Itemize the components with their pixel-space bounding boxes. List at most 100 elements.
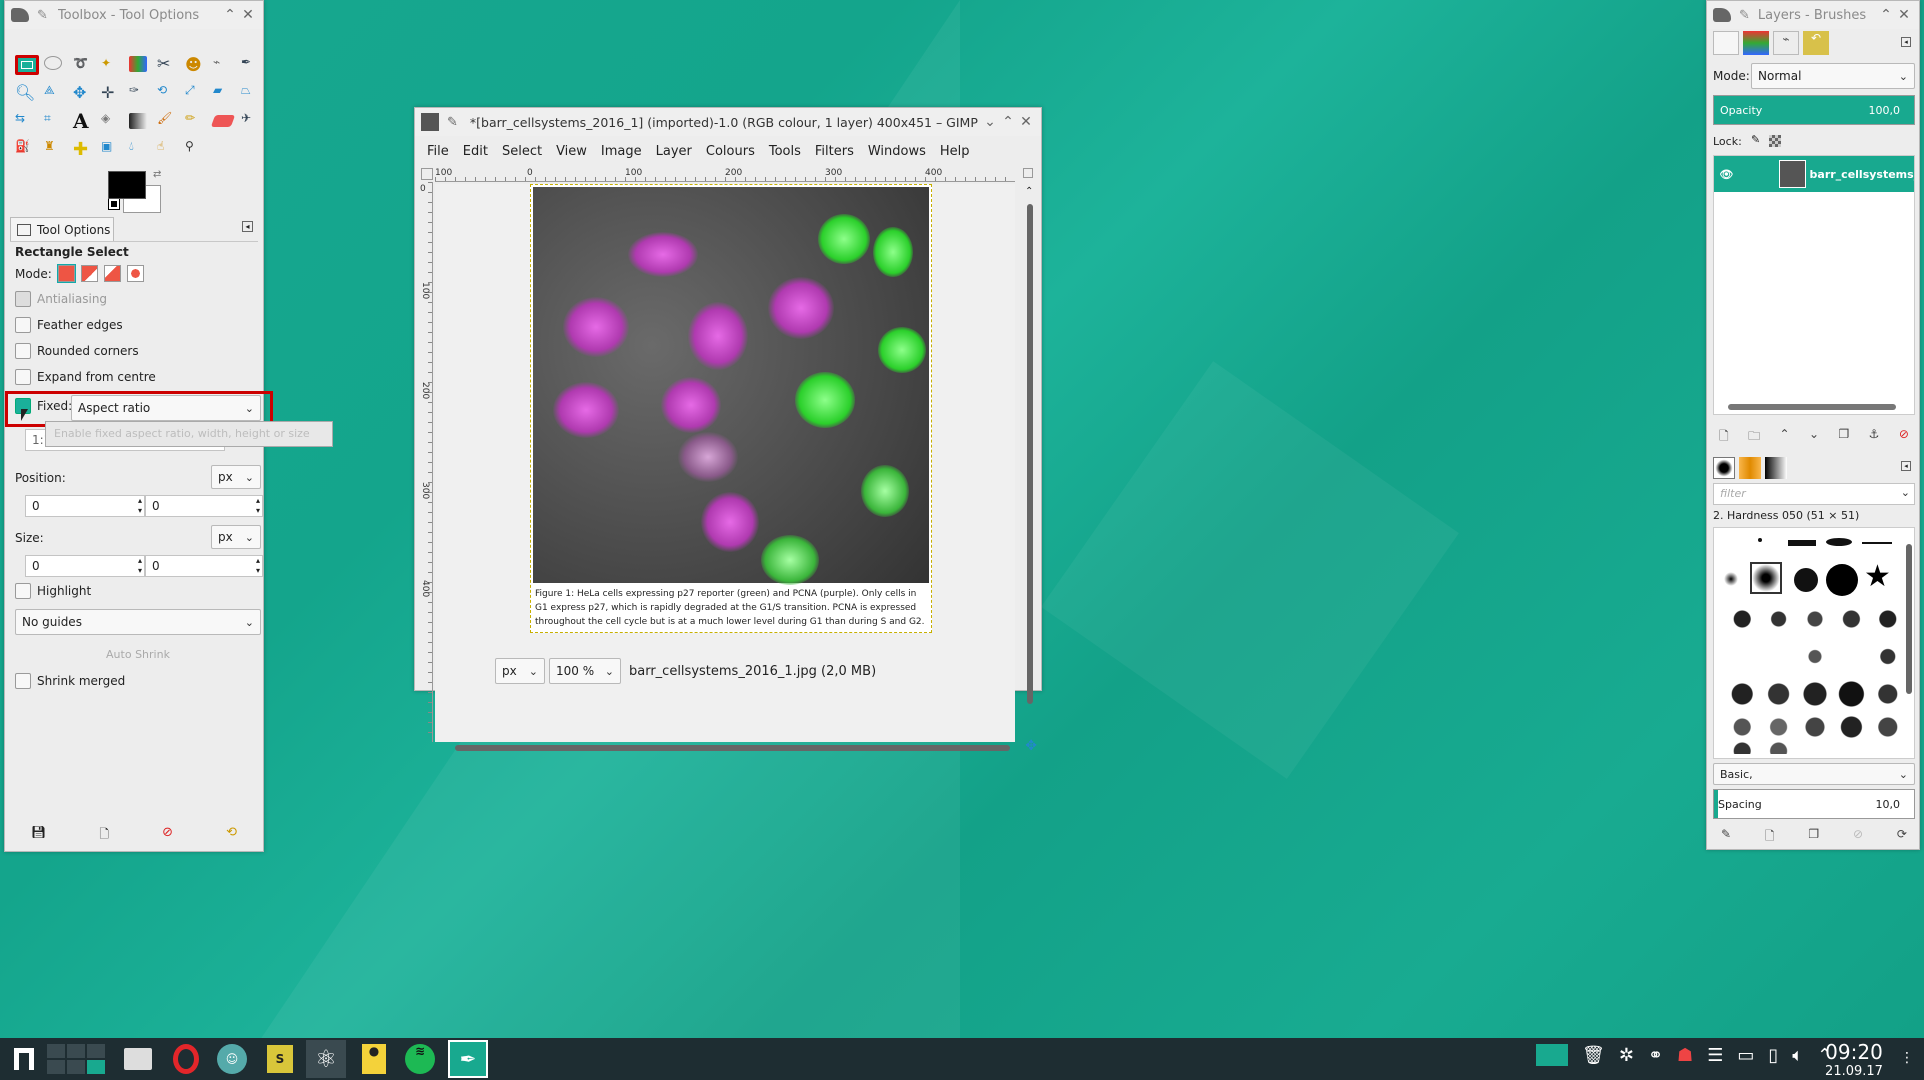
wifi-icon[interactable]: ☰ — [1707, 1045, 1723, 1066]
fuzzy-select-tool-icon[interactable]: ✦ — [101, 56, 123, 78]
image-window-titlebar[interactable]: ✎ *[barr_cellsystems_2016_1] (imported)-… — [415, 108, 1041, 136]
highlight-checkbox[interactable] — [15, 583, 31, 599]
opera-icon[interactable] — [166, 1040, 206, 1078]
pin-icon[interactable]: ✎ — [1739, 8, 1750, 23]
tool-options-tab[interactable]: Tool Options — [10, 217, 114, 241]
blur-tool-icon[interactable]: 💧︎ — [129, 139, 151, 161]
raise-layer-icon[interactable]: ⌃ — [1780, 427, 1790, 448]
menu-view[interactable]: View — [556, 144, 587, 159]
atom-icon[interactable]: ⚛ — [306, 1040, 346, 1078]
lock-alpha-icon[interactable] — [1769, 135, 1781, 147]
gimp-taskbar-icon[interactable]: ✒ — [448, 1040, 488, 1078]
spin-arrows-icon[interactable]: ▴ ▾ — [138, 556, 142, 576]
clone-tool-icon[interactable]: ♜ — [44, 139, 66, 161]
window-menu-icon[interactable]: ⌄ — [981, 114, 999, 130]
shrink-merged-checkbox[interactable] — [15, 673, 31, 689]
reset-options-icon[interactable]: ⟲ — [226, 825, 237, 846]
toolbox-titlebar[interactable]: ✎ Toolbox - Tool Options ⌃ ✕ — [5, 1, 263, 29]
layers-tab-icon[interactable] — [1713, 31, 1739, 55]
rounded-corners-checkbox[interactable] — [15, 343, 31, 359]
edit-brush-icon[interactable]: ✎ — [1721, 827, 1731, 848]
notes-app-icon[interactable]: ● — [354, 1040, 394, 1078]
dodge-burn-tool-icon[interactable]: ⚲ — [185, 139, 207, 161]
pin-icon[interactable]: ✎ — [447, 115, 458, 130]
screen-tray-icon[interactable] — [1536, 1044, 1568, 1066]
airbrush-tool-icon[interactable]: ✈ — [241, 111, 263, 133]
position-x-input[interactable]: 0 ▴ ▾ — [25, 495, 145, 517]
battery-icon[interactable]: ▭ — [1737, 1045, 1754, 1066]
anchor-layer-icon[interactable]: ⚓︎ — [1869, 427, 1880, 448]
foreground-select-tool-icon[interactable]: ☻ — [185, 55, 207, 77]
flip-tool-icon[interactable]: ⇆ — [15, 111, 37, 133]
delete-brush-icon[interactable]: ⊘ — [1853, 827, 1863, 848]
brush-preview[interactable] — [1862, 542, 1892, 544]
size-width-input[interactable]: 0 ▴ ▾ — [25, 555, 145, 577]
size-height-input[interactable]: 0 ▴ ▾ — [145, 555, 263, 577]
feather-edges-checkbox[interactable] — [15, 317, 31, 333]
duplicate-layer-icon[interactable]: ❐ — [1838, 427, 1849, 448]
select-by-color-tool-icon[interactable] — [129, 56, 147, 72]
text-tool-icon[interactable]: A — [73, 109, 95, 133]
auto-shrink-button[interactable]: Auto Shrink — [15, 648, 261, 661]
app-launcher-icon[interactable] — [4, 1040, 44, 1078]
brush-preview[interactable] — [1788, 540, 1816, 546]
maximize-icon[interactable]: ⌃ — [1877, 7, 1895, 23]
restore-options-icon[interactable]: 🗋 — [99, 825, 109, 846]
maximize-icon[interactable]: ⌃ — [221, 7, 239, 23]
spin-arrows-icon[interactable]: ▴ ▾ — [256, 496, 260, 516]
brush-grid-scrollbar[interactable] — [1906, 544, 1912, 694]
shrink-merged-row[interactable]: Shrink merged — [15, 673, 125, 689]
foreground-color-swatch[interactable] — [108, 171, 146, 199]
layers-list[interactable]: 👁︎ barr_cellsystems_ — [1713, 155, 1915, 415]
horizontal-ruler[interactable]: 100 0 100 200 300 400 — [435, 168, 1015, 182]
ink-tool-icon[interactable]: ⛽ — [15, 139, 37, 161]
ellipse-select-tool-icon[interactable] — [44, 56, 62, 70]
clipboard-tray-icon[interactable]: 🗑︎ — [1582, 1045, 1605, 1066]
menu-layer[interactable]: Layer — [656, 144, 692, 159]
layer-mode-dropdown[interactable]: Normal ⌄ — [1751, 63, 1915, 89]
expand-from-centre-row[interactable]: Expand from centre — [15, 369, 156, 385]
display-tray-icon[interactable]: ▯ — [1768, 1045, 1778, 1066]
vertical-scrollbar[interactable]: ⌃ — [1025, 186, 1035, 724]
position-unit-select[interactable]: px ⌄ — [211, 465, 261, 489]
eraser-tool-icon[interactable] — [210, 115, 236, 127]
opacity-slider[interactable]: Opacity 100,0 — [1713, 95, 1915, 125]
close-icon[interactable]: ✕ — [1895, 7, 1913, 23]
unit-select[interactable]: px ⌄ — [495, 658, 545, 684]
taskbar-menu-icon[interactable]: ⋮ — [1900, 1050, 1914, 1066]
eye-icon[interactable]: 👁︎ — [1714, 168, 1739, 181]
image-canvas[interactable]: Figure 1: HeLa cells expressing p27 repo… — [530, 184, 932, 633]
close-icon[interactable]: ✕ — [239, 7, 257, 23]
brush-preview[interactable] — [1794, 568, 1818, 592]
layer-row[interactable]: 👁︎ barr_cellsystems_ — [1714, 156, 1914, 192]
smudge-tool-icon[interactable]: ☝ — [157, 139, 179, 161]
dock-menu-icon[interactable]: ◂ — [1901, 37, 1911, 47]
default-colors-icon[interactable] — [108, 198, 120, 210]
menu-select[interactable]: Select — [502, 144, 542, 159]
pin-icon[interactable]: ✎ — [37, 8, 48, 23]
menu-image[interactable]: Image — [601, 144, 642, 159]
antialiasing-checkbox[interactable] — [15, 291, 31, 307]
spotify-icon[interactable]: ≋ — [400, 1040, 440, 1078]
shear-tool-icon[interactable]: ▰ — [213, 83, 235, 105]
rotate-tool-icon[interactable]: ⟲ — [157, 83, 179, 105]
ghost-tray-icon[interactable]: ☗ — [1677, 1045, 1693, 1066]
align-tool-icon[interactable]: ✛ — [101, 83, 123, 105]
antialiasing-row[interactable]: Antialiasing — [15, 291, 107, 307]
measure-tool-icon[interactable]: ⟁ — [44, 83, 66, 105]
maximize-icon[interactable]: ⌃ — [999, 114, 1017, 130]
perspective-tool-icon[interactable]: ⏢ — [241, 83, 263, 105]
blend-tool-icon[interactable] — [129, 113, 147, 129]
brush-preview[interactable]: ★ — [1864, 562, 1891, 592]
layers-titlebar[interactable]: ✎ Layers - Brushes ⌃ ✕ — [1707, 1, 1919, 29]
move-tool-icon[interactable]: ✥ — [73, 83, 95, 105]
perspective-clone-tool-icon[interactable]: ▣ — [101, 139, 123, 161]
vertical-scroll-thumb[interactable] — [1027, 204, 1033, 704]
color-picker-tool-icon[interactable]: ✒ — [241, 55, 263, 77]
brush-preview-selected[interactable] — [1750, 562, 1782, 594]
undo-tab-icon[interactable]: ↶ — [1803, 31, 1829, 55]
swap-colors-icon[interactable]: ⇄ — [153, 169, 161, 180]
pager-icon[interactable] — [44, 1040, 108, 1078]
clock[interactable]: 09:20 21.09.17 — [1814, 1040, 1894, 1079]
menu-edit[interactable]: Edit — [463, 144, 488, 159]
